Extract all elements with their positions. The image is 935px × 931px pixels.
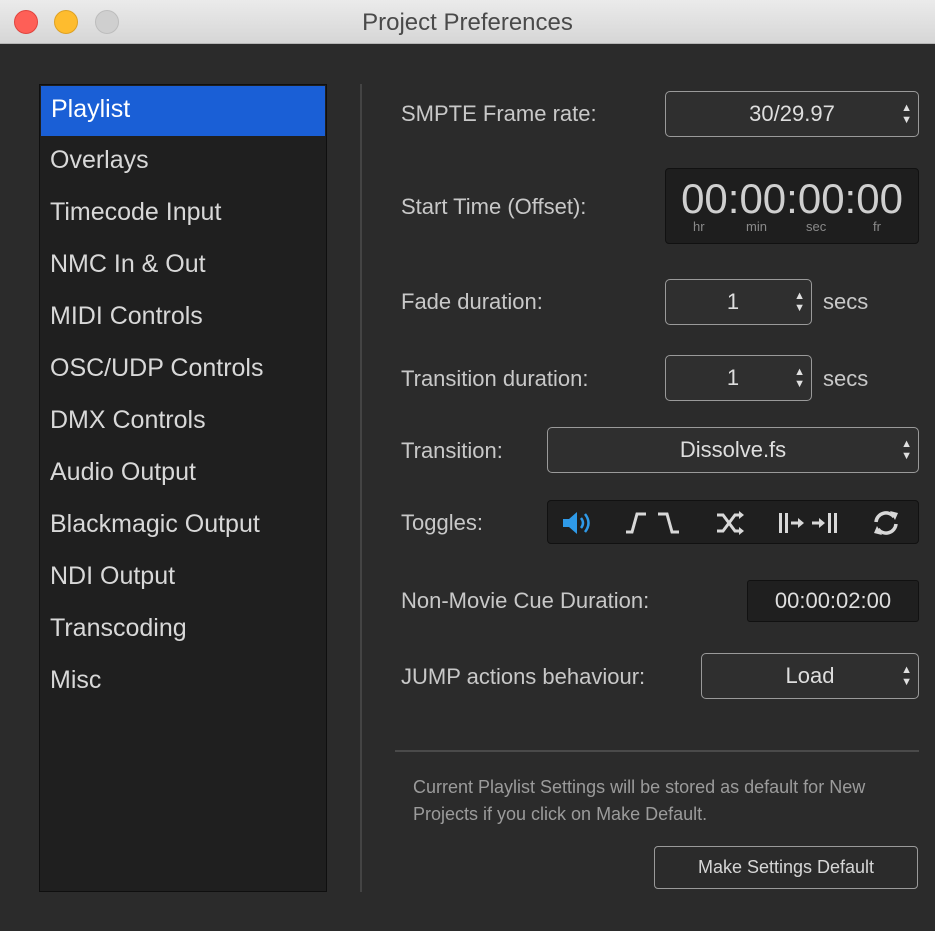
smpte-frame-rate-value: 30/29.97 <box>749 101 835 126</box>
preferences-sidebar: Playlist Overlays Timecode Input NMC In … <box>39 84 327 892</box>
start-time-value: 00:00:00:00 <box>681 175 903 222</box>
fade-in-out-icon[interactable] <box>622 508 686 538</box>
sidebar-item-nmc-in-out[interactable]: NMC In & Out <box>40 240 326 292</box>
transition-duration-label: Transition duration: <box>401 366 589 391</box>
sidebar-item-overlays[interactable]: Overlays <box>40 136 326 188</box>
non-movie-cue-duration-label: Non-Movie Cue Duration: <box>401 588 650 613</box>
toggles-label: Toggles: <box>401 510 483 535</box>
sidebar-item-midi-controls[interactable]: MIDI Controls <box>40 292 326 344</box>
loop-icon[interactable] <box>870 508 902 538</box>
select-arrows-icon: ▲ ▼ <box>901 664 912 688</box>
toggles-bar <box>547 500 919 544</box>
default-settings-note: Current Playlist Settings will be stored… <box>413 777 866 824</box>
smpte-frame-rate-select[interactable]: 30/29.97 ▲ ▼ <box>665 91 919 137</box>
transition-select[interactable]: Dissolve.fs ▲ ▼ <box>547 427 919 473</box>
window-title: Project Preferences <box>362 9 573 36</box>
transition-value: Dissolve.fs <box>679 437 787 462</box>
sidebar-item-blackmagic-output[interactable]: Blackmagic Output <box>40 500 326 552</box>
sidebar-item-osc-udp-controls[interactable]: OSC/UDP Controls <box>40 344 326 396</box>
start-time-timecode-field[interactable]: 00:00:00:00 hr min sec fr <box>665 168 919 244</box>
sidebar-item-transcoding[interactable]: Transcoding <box>40 604 326 656</box>
stepper-arrows-icon[interactable]: ▲ ▼ <box>794 280 805 324</box>
transition-duration-unit: secs <box>823 366 869 391</box>
play-next-icon[interactable] <box>776 508 842 538</box>
jump-actions-select[interactable]: Load ▲ ▼ <box>701 653 919 699</box>
make-settings-default-button[interactable]: Make Settings Default <box>654 846 918 889</box>
shuffle-icon[interactable] <box>714 508 748 538</box>
vertical-divider <box>360 84 362 892</box>
sidebar-item-dmx-controls[interactable]: DMX Controls <box>40 396 326 448</box>
fade-duration-label: Fade duration: <box>401 289 543 314</box>
horizontal-divider <box>395 750 919 752</box>
sidebar-item-audio-output[interactable]: Audio Output <box>40 448 326 500</box>
fade-duration-unit: secs <box>823 289 869 314</box>
stepper-arrows-icon[interactable]: ▲ ▼ <box>794 356 805 400</box>
title-bar: Project Preferences <box>0 0 935 44</box>
timecode-unit-fr: fr <box>873 219 881 234</box>
speaker-icon[interactable] <box>560 508 594 538</box>
timecode-unit-min: min <box>746 219 767 234</box>
transition-duration-stepper[interactable]: 1 ▲ ▼ <box>665 355 812 401</box>
jump-actions-value: Load <box>785 663 835 688</box>
sidebar-item-misc[interactable]: Misc <box>40 656 326 708</box>
transition-label: Transition: <box>401 438 503 463</box>
transition-duration-value: 1 <box>726 365 740 390</box>
timecode-unit-sec: sec <box>806 219 827 234</box>
select-arrows-icon: ▲ ▼ <box>901 102 912 126</box>
smpte-frame-rate-label: SMPTE Frame rate: <box>401 101 597 126</box>
timecode-unit-hr: hr <box>693 219 705 234</box>
select-arrows-icon: ▲ ▼ <box>901 438 912 462</box>
sidebar-item-ndi-output[interactable]: NDI Output <box>40 552 326 604</box>
start-time-label: Start Time (Offset): <box>401 194 587 219</box>
sidebar-item-playlist[interactable]: Playlist <box>41 86 325 136</box>
fade-duration-stepper[interactable]: 1 ▲ ▼ <box>665 279 812 325</box>
jump-actions-label: JUMP actions behaviour: <box>401 664 646 689</box>
fade-duration-value: 1 <box>726 289 740 314</box>
non-movie-cue-duration-field[interactable]: 00:00:02:00 <box>747 580 919 622</box>
sidebar-item-timecode-input[interactable]: Timecode Input <box>40 188 326 240</box>
